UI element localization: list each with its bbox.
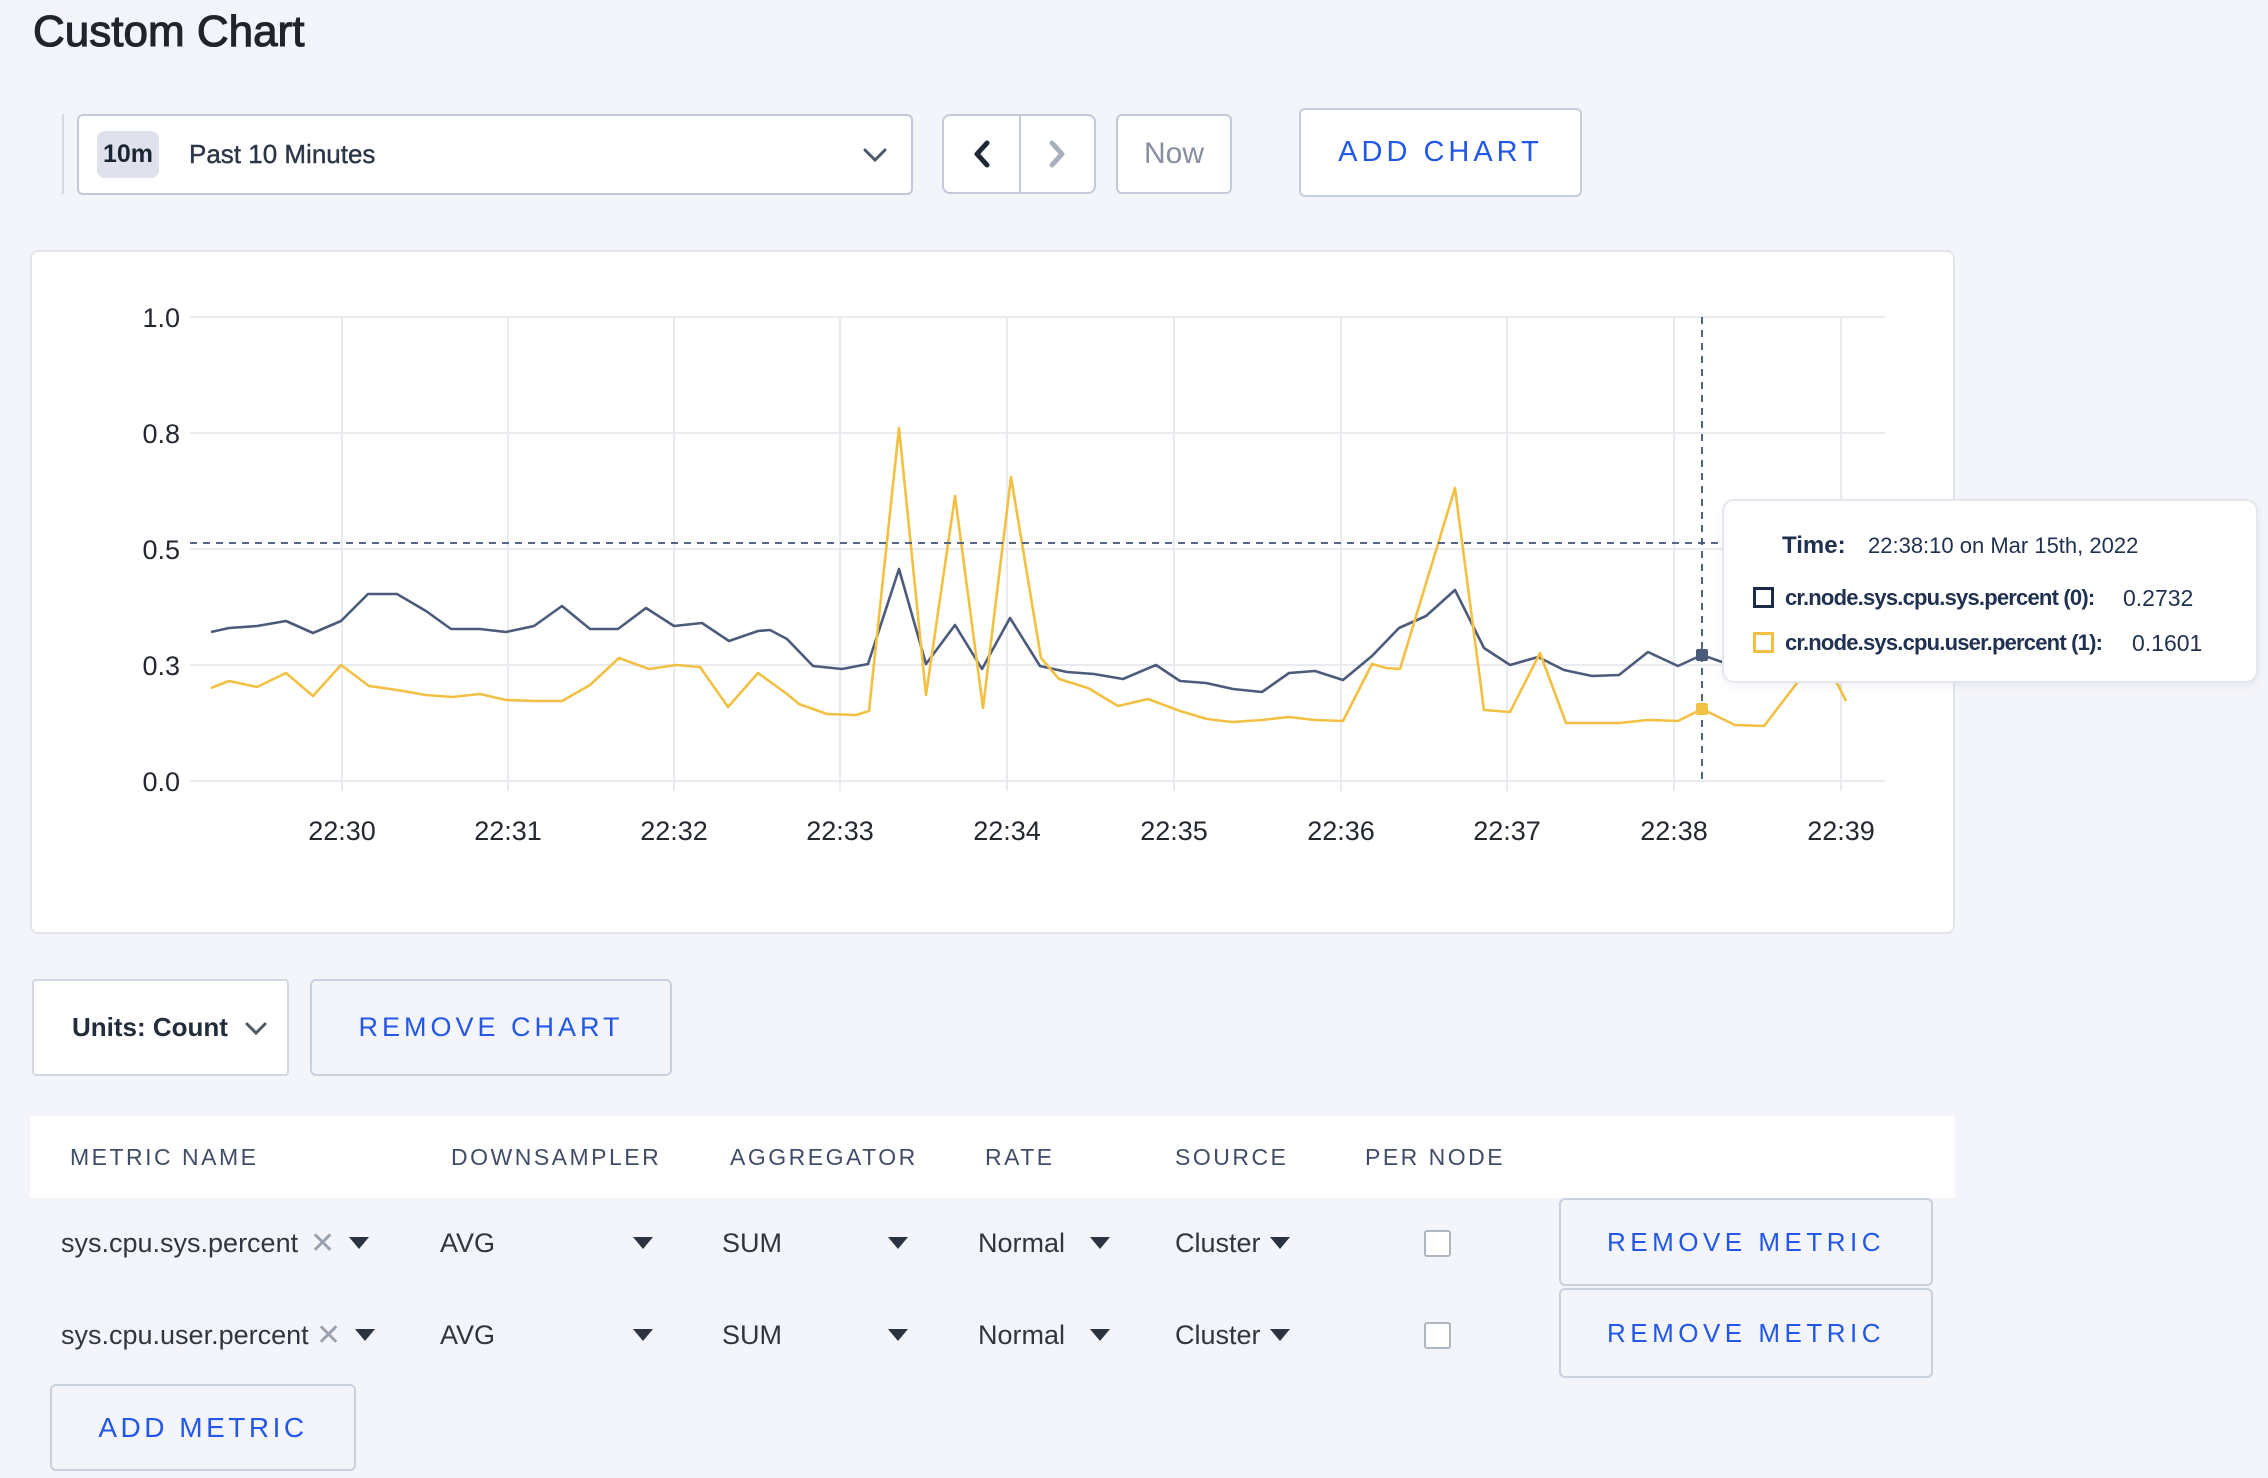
svg-text:22:35: 22:35 bbox=[1140, 816, 1208, 846]
svg-text:22:30: 22:30 bbox=[308, 816, 376, 846]
svg-text:0.8: 0.8 bbox=[142, 419, 180, 449]
svg-text:0.3: 0.3 bbox=[142, 651, 180, 681]
svg-text:22:39: 22:39 bbox=[1807, 816, 1875, 846]
svg-text:0.0: 0.0 bbox=[142, 767, 180, 797]
svg-text:22:37: 22:37 bbox=[1473, 816, 1541, 846]
svg-text:22:33: 22:33 bbox=[806, 816, 874, 846]
svg-text:22:31: 22:31 bbox=[474, 816, 542, 846]
svg-text:22:34: 22:34 bbox=[973, 816, 1041, 846]
svg-text:0.5: 0.5 bbox=[142, 535, 180, 565]
svg-text:1.0: 1.0 bbox=[142, 303, 180, 333]
svg-text:22:36: 22:36 bbox=[1307, 816, 1375, 846]
svg-text:22:38: 22:38 bbox=[1640, 816, 1708, 846]
svg-text:22:32: 22:32 bbox=[640, 816, 708, 846]
